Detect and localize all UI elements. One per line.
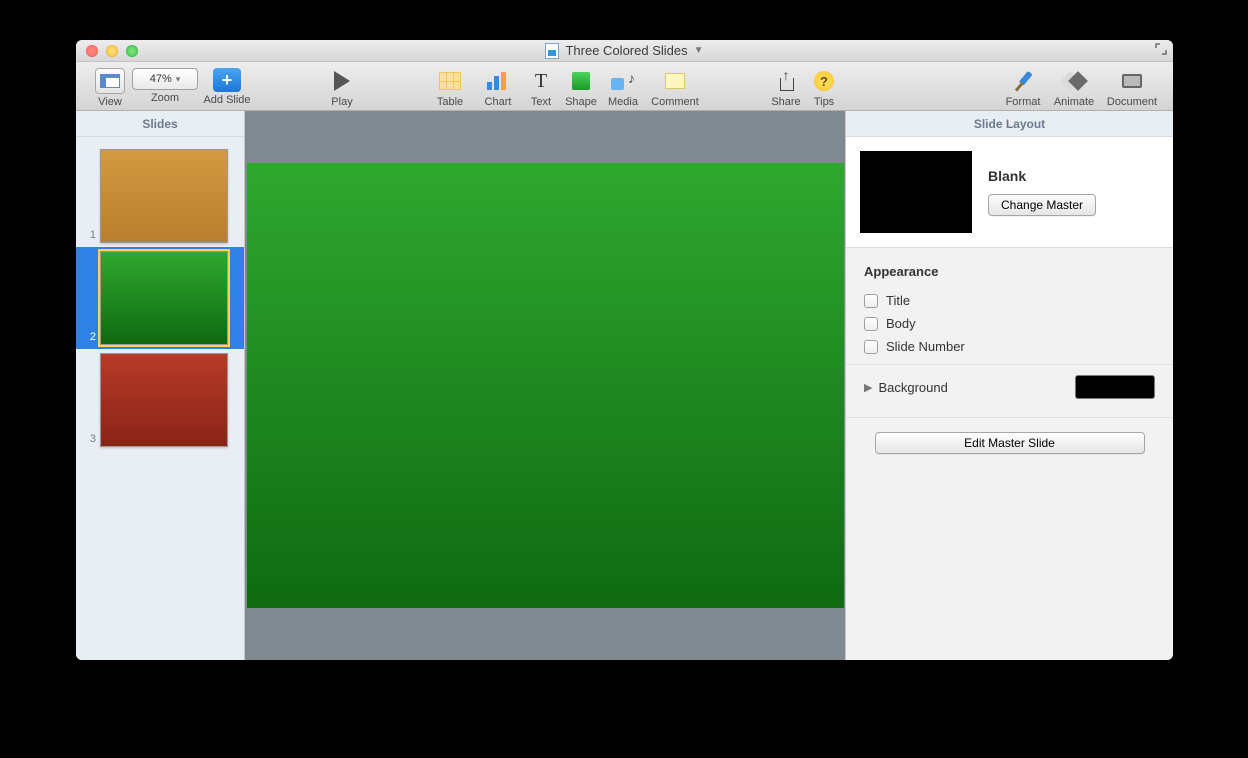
edit-master-slide-button[interactable]: Edit Master Slide (875, 432, 1145, 454)
media-button[interactable]: Media (602, 68, 644, 108)
text-button[interactable]: T Text (522, 68, 560, 108)
inspector-panel: Slide Layout Blank Change Master Appeara… (845, 111, 1173, 660)
slide-number-label: 2 (82, 331, 96, 345)
animate-button[interactable]: Animate (1047, 68, 1101, 108)
comment-button[interactable]: Comment (644, 68, 706, 108)
play-button[interactable]: Play (318, 68, 366, 108)
media-label: Media (608, 96, 638, 108)
animate-label: Animate (1054, 96, 1094, 108)
share-icon (776, 71, 796, 91)
slide-thumbnail-image (100, 149, 228, 243)
slide-number-checkbox-label: Slide Number (886, 339, 965, 354)
slide-thumbnail-image (100, 251, 228, 345)
slide-number-label: 1 (82, 229, 96, 243)
plus-icon: + (213, 68, 241, 92)
app-window: Three Colored Slides ▼ View 47% ▾ Zoom + (76, 40, 1173, 660)
shape-icon (572, 72, 590, 90)
inspector-header: Slide Layout (846, 111, 1173, 137)
zoom-window-button[interactable] (126, 45, 138, 57)
view-button[interactable]: View (86, 68, 134, 108)
view-label: View (98, 96, 122, 108)
titlebar: Three Colored Slides ▼ (76, 40, 1173, 62)
zoom-value: 47% (150, 73, 172, 85)
background-label: Background (878, 380, 947, 395)
minimize-window-button[interactable] (106, 45, 118, 57)
slide-thumbnail[interactable]: 1 (76, 145, 244, 247)
title-checkbox-label: Title (886, 293, 910, 308)
play-label: Play (331, 96, 352, 108)
background-color-swatch[interactable] (1075, 375, 1155, 399)
chevron-down-icon: ▾ (176, 74, 181, 85)
add-slide-button[interactable]: + Add Slide (196, 68, 258, 108)
zoom-control[interactable]: 47% ▾ Zoom (134, 68, 196, 108)
checkbox-icon (864, 294, 878, 308)
table-label: Table (437, 96, 463, 108)
format-label: Format (1006, 96, 1041, 108)
title-dropdown-icon: ▼ (694, 45, 704, 56)
slide-number-label: 3 (82, 433, 96, 447)
disclosure-triangle-icon: ▶ (864, 381, 872, 394)
slide-thumbnail-image (100, 353, 228, 447)
format-button[interactable]: Format (999, 68, 1047, 108)
current-slide[interactable] (247, 163, 844, 608)
master-thumbnail (860, 151, 972, 233)
master-name: Blank (988, 168, 1096, 184)
table-icon (439, 72, 461, 90)
slide-thumbnail-list: 1 2 3 (76, 137, 244, 660)
media-icon (611, 72, 635, 90)
change-master-button[interactable]: Change Master (988, 194, 1096, 216)
comment-label: Comment (651, 96, 699, 108)
document-icon (545, 43, 559, 59)
text-label: Text (531, 96, 551, 108)
zoom-label: Zoom (151, 92, 179, 104)
sidebar-header: Slides (76, 111, 244, 137)
animate-icon (1063, 72, 1085, 90)
chart-icon (487, 72, 509, 90)
body-checkbox-label: Body (886, 316, 916, 331)
slides-sidebar: Slides 1 2 3 (76, 111, 245, 660)
body-checkbox-row[interactable]: Body (864, 312, 1155, 335)
slide-thumbnail[interactable]: 2 (76, 247, 244, 349)
document-label: Document (1107, 96, 1157, 108)
close-window-button[interactable] (86, 45, 98, 57)
appearance-header: Appearance (864, 264, 1155, 279)
shape-button[interactable]: Shape (560, 68, 602, 108)
shape-label: Shape (565, 96, 597, 108)
table-button[interactable]: Table (426, 68, 474, 108)
checkbox-icon (864, 317, 878, 331)
background-row[interactable]: ▶ Background (846, 364, 1173, 417)
slide-canvas-area[interactable] (245, 111, 845, 660)
tips-button[interactable]: ? Tips (806, 68, 842, 108)
chart-label: Chart (485, 96, 512, 108)
document-button[interactable]: Document (1101, 68, 1163, 108)
text-icon: T (535, 70, 547, 93)
format-icon (1009, 66, 1038, 95)
toolbar: View 47% ▾ Zoom + Add Slide Play (76, 62, 1173, 111)
window-title: Three Colored Slides (565, 43, 687, 58)
title-checkbox-row[interactable]: Title (864, 289, 1155, 312)
chart-button[interactable]: Chart (474, 68, 522, 108)
slide-number-checkbox-row[interactable]: Slide Number (864, 335, 1155, 358)
share-button[interactable]: Share (766, 68, 806, 108)
add-slide-label: Add Slide (203, 94, 250, 106)
fullscreen-icon[interactable] (1155, 43, 1167, 58)
tips-label: Tips (814, 96, 834, 108)
slide-thumbnail[interactable]: 3 (76, 349, 244, 451)
document-icon-toolbar (1122, 74, 1142, 88)
view-icon (100, 74, 120, 88)
tips-icon: ? (814, 71, 834, 91)
checkbox-icon (864, 340, 878, 354)
share-label: Share (771, 96, 800, 108)
comment-icon (665, 73, 685, 89)
play-icon (334, 71, 350, 91)
